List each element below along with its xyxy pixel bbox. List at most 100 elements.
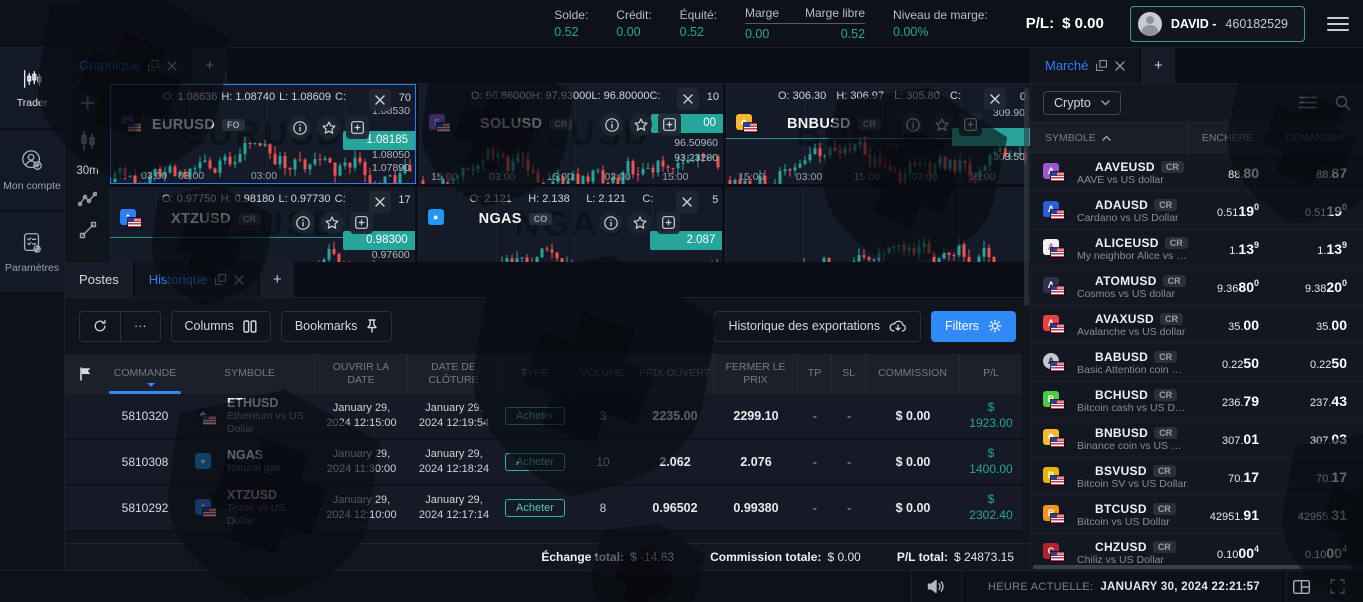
account-button[interactable]: DAVID - 460182529 <box>1129 5 1305 42</box>
ask-price[interactable]: 237.43 <box>1267 393 1363 409</box>
bid-price[interactable]: 9.36800 <box>1187 278 1267 295</box>
chart-bnbusd[interactable]: BNBUSD O: 306.30 H: 306.97 L: 305.80 C: 0 <box>726 84 1030 184</box>
horizontal-scrollbar[interactable] <box>1033 565 1351 569</box>
bid-price[interactable]: 236.79 <box>1187 393 1267 409</box>
market-row[interactable]: B BCHUSD CR Bitcoin cash vs US Dollar 23… <box>1031 382 1363 420</box>
bid-price[interactable]: 0.10004 <box>1187 544 1267 561</box>
col-commission[interactable]: COMMISSION <box>866 354 960 394</box>
bid-price[interactable]: 35.00 <box>1187 317 1267 333</box>
bid-price[interactable]: 70.17 <box>1187 469 1267 485</box>
history-row[interactable]: 5810292 t XTZUSD Tezos vs US Dollar Janu… <box>65 486 1022 532</box>
col-symbole[interactable]: SYMBOLE <box>1031 132 1187 144</box>
layout-icon[interactable] <box>1293 579 1310 594</box>
new-order-icon[interactable] <box>349 211 373 234</box>
close-icon[interactable] <box>984 88 1006 110</box>
col-volume[interactable]: VOLUME <box>570 354 636 394</box>
popout-icon[interactable] <box>215 274 227 285</box>
ask-price[interactable]: 35.00 <box>1267 317 1363 333</box>
chart-eurusd[interactable]: EURUSD O: 1.08636 H: 1.08740 L: 1.08609 C: … <box>110 84 416 184</box>
bid-price[interactable]: 88.80 <box>1187 165 1267 181</box>
col-enchere[interactable]: ENCHÈRE <box>1187 121 1267 154</box>
new-order-icon[interactable] <box>346 116 369 139</box>
chart-ngas[interactable]: NGAS O: 2.121 H: 2.138 L: 2.121 C: 5 ● N… <box>417 187 723 262</box>
timeframe-button[interactable]: 30m <box>76 165 98 177</box>
search-icon[interactable] <box>1335 95 1351 111</box>
chart-partial[interactable] <box>725 187 1031 262</box>
bid-price[interactable]: 0.2250 <box>1187 355 1267 371</box>
col-type[interactable]: TYPE <box>500 354 570 394</box>
market-row[interactable]: B BSVUSD CR Bitcoin SV vs US Dollar 70.1… <box>1031 458 1363 496</box>
ask-price[interactable]: 307.03 <box>1267 431 1363 447</box>
ask-price[interactable]: 0.51190 <box>1267 202 1363 219</box>
tab-graphique[interactable]: Graphique <box>65 48 191 83</box>
category-select[interactable]: Crypto <box>1043 90 1121 115</box>
star-icon[interactable] <box>320 211 344 234</box>
close-icon[interactable] <box>369 89 391 111</box>
list-menu-icon[interactable] <box>1299 96 1317 109</box>
info-icon[interactable] <box>291 211 315 234</box>
market-row[interactable]: ◆ BNBUSD CR Binance coin vs US Doll... 3… <box>1031 420 1363 458</box>
columns-button[interactable]: Columns <box>170 310 271 342</box>
history-row[interactable]: 5810308 ● NGAS Natural gas January 29, 2… <box>65 440 1022 486</box>
ask-price[interactable]: 70.17 <box>1267 469 1363 485</box>
new-tab-button[interactable]: + <box>192 48 227 83</box>
close-icon[interactable] <box>167 60 177 71</box>
market-row[interactable]: A AAVEUSD CR AAVE vs US dollar 88.80 88.… <box>1031 154 1363 192</box>
filters-button[interactable]: Filters <box>930 310 1016 342</box>
history-row[interactable]: 5810320 ◆ ETHUSD Ethereum vs US Dollar J… <box>65 394 1022 440</box>
close-icon[interactable] <box>1115 60 1126 71</box>
star-icon[interactable] <box>930 113 953 136</box>
new-order-icon[interactable] <box>959 113 982 136</box>
new-tab-button[interactable]: + <box>260 262 295 297</box>
col-close-date[interactable]: DATE DE CLÔTURE <box>408 354 500 394</box>
info-icon[interactable] <box>600 113 623 136</box>
sidebar-item-settings[interactable]: Paramètres <box>0 212 64 294</box>
trendline-icon[interactable] <box>79 221 97 239</box>
star-icon[interactable] <box>628 211 652 234</box>
ask-price[interactable]: 1.139 <box>1267 240 1363 257</box>
star-icon[interactable] <box>317 116 340 139</box>
menu-icon[interactable] <box>1327 16 1349 31</box>
candlestick-icon[interactable] <box>79 131 97 151</box>
col-close-price[interactable]: FERMER LE PRIX <box>714 354 798 394</box>
sidebar-item-account[interactable]: Mon compte <box>0 130 64 212</box>
popout-icon[interactable] <box>1096 60 1108 71</box>
ask-price[interactable]: 0.10004 <box>1267 544 1363 561</box>
market-row[interactable]: A ATOMUSD CR Cosmos vs US dollar 9.36800… <box>1031 268 1363 306</box>
sound-icon[interactable] <box>910 571 962 602</box>
col-open-date[interactable]: OUVRIR LA DATE <box>315 354 408 394</box>
flag-icon[interactable] <box>65 354 105 394</box>
fullscreen-icon[interactable] <box>1330 579 1345 594</box>
col-symbole[interactable]: SYMBOLE <box>185 354 315 394</box>
info-icon[interactable] <box>288 116 311 139</box>
bid-price[interactable]: 0.51190 <box>1187 202 1267 219</box>
bookmarks-button[interactable]: Bookmarks <box>280 310 393 342</box>
ask-price[interactable]: 9.38200 <box>1267 278 1363 295</box>
col-demander[interactable]: DEMANDER <box>1267 121 1363 154</box>
tab-marche[interactable]: Marché <box>1031 48 1140 83</box>
col-pl[interactable]: P/L <box>960 354 1022 394</box>
chart-xtzusd[interactable]: XTZUSD O: 0.97750 H: 0.98180 L: 0.97730 C: … <box>110 187 415 262</box>
col-open-price[interactable]: PRIX OUVERT <box>636 354 714 394</box>
popout-icon[interactable] <box>147 60 159 71</box>
add-chart-icon[interactable]: + <box>80 90 96 117</box>
new-order-icon[interactable] <box>658 113 681 136</box>
info-icon[interactable] <box>901 113 924 136</box>
vertical-scrollbar[interactable] <box>1024 88 1029 306</box>
market-row[interactable]: B BTCUSD CR Bitcoin vs US Dollar 42951.9… <box>1031 496 1363 534</box>
info-icon[interactable] <box>599 211 623 234</box>
ask-price[interactable]: 0.2250 <box>1267 355 1363 371</box>
tab-postes[interactable]: Postes <box>65 262 133 297</box>
market-row[interactable]: A BABUSD CR Basic Attention coin vs ... … <box>1031 344 1363 382</box>
close-icon[interactable] <box>676 191 699 213</box>
ask-price[interactable]: 88.87 <box>1267 165 1363 181</box>
close-icon[interactable] <box>368 191 391 213</box>
col-commande[interactable]: COMMANDE <box>105 354 185 394</box>
market-row[interactable]: A ALICEUSD CR My neighbor Alice vs U... … <box>1031 230 1363 268</box>
col-sl[interactable]: SL <box>832 354 866 394</box>
bid-price[interactable]: 1.139 <box>1187 240 1267 257</box>
ask-price[interactable]: 42955.31 <box>1267 507 1363 523</box>
bid-price[interactable]: 307.01 <box>1187 431 1267 447</box>
star-icon[interactable] <box>629 113 652 136</box>
refresh-button[interactable] <box>79 310 121 342</box>
